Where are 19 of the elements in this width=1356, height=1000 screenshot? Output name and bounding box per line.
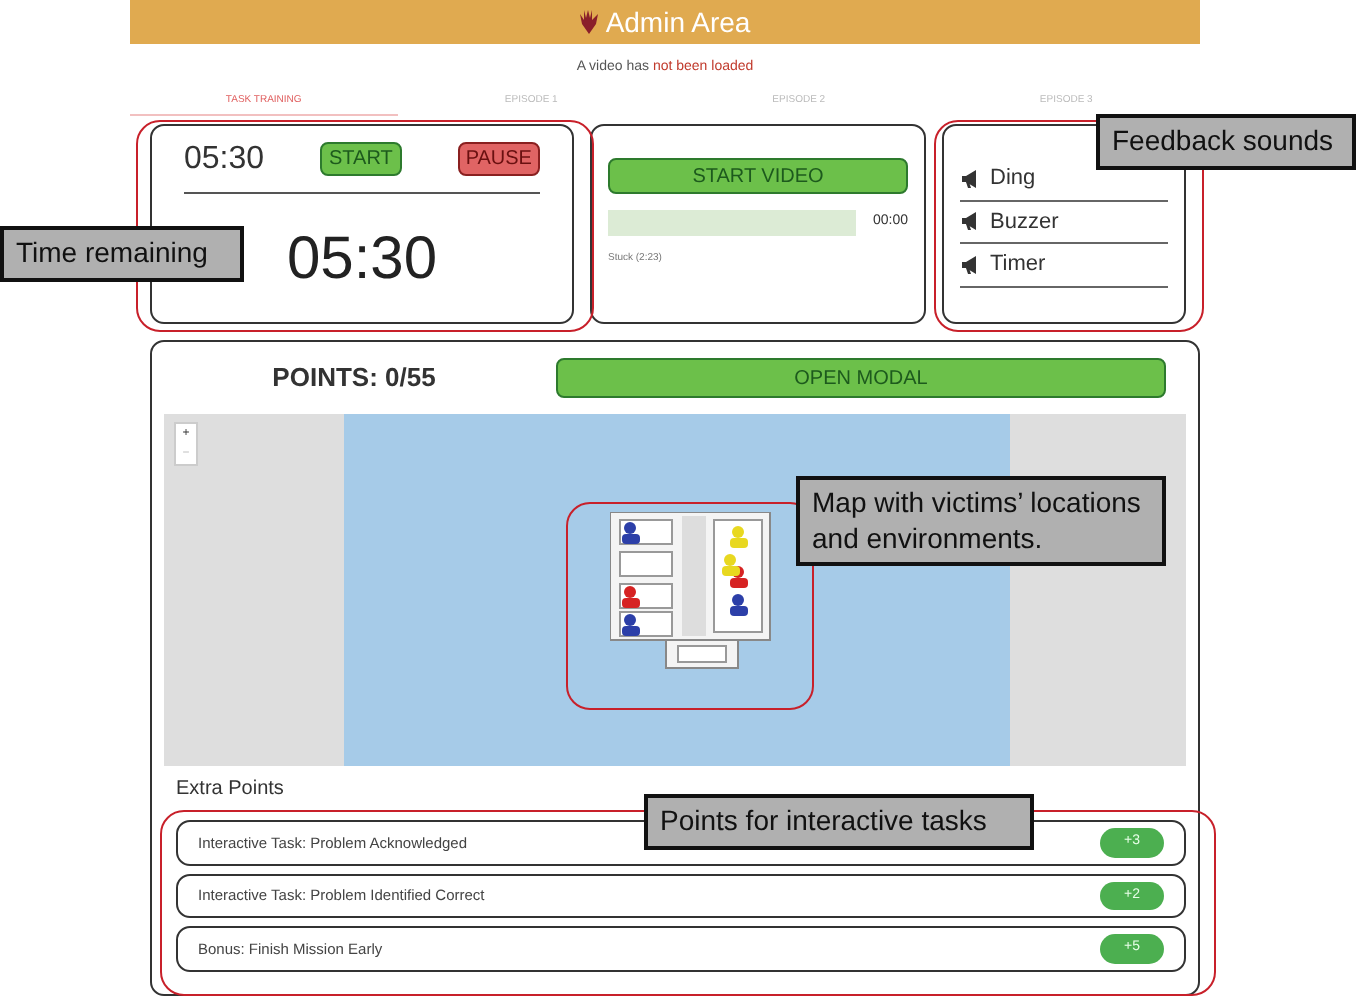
timer-text: 05:30 [184, 139, 265, 179]
points-label: POINTS: 0/55 [270, 360, 438, 397]
hand-icon [579, 10, 598, 34]
annotation-callout: Map with victims’ locations and environments. [796, 476, 1166, 566]
header-title: Admin Area [605, 3, 751, 41]
pause-button[interactable]: PAUSE [457, 142, 540, 176]
start-button[interactable]: START [319, 142, 403, 176]
extra-points-title: Extra Points [176, 776, 286, 804]
countdown-timer: 05:30 [286, 223, 438, 295]
annotation-callout: Points for interactive tasks [644, 794, 1034, 849]
sound-item[interactable]: Buzzer [960, 201, 1168, 244]
megaphone-icon [960, 212, 982, 231]
open-modal-button[interactable]: OPEN MODAL [556, 358, 1166, 398]
start-video-button[interactable]: START VIDEO [608, 158, 908, 194]
annotation-callout: Feedback sounds [1096, 114, 1356, 169]
megaphone-icon [960, 169, 982, 188]
annotation-callout: Time remaining [0, 226, 244, 281]
sound-item[interactable]: Timer [960, 244, 1168, 287]
megaphone-icon [960, 255, 982, 274]
